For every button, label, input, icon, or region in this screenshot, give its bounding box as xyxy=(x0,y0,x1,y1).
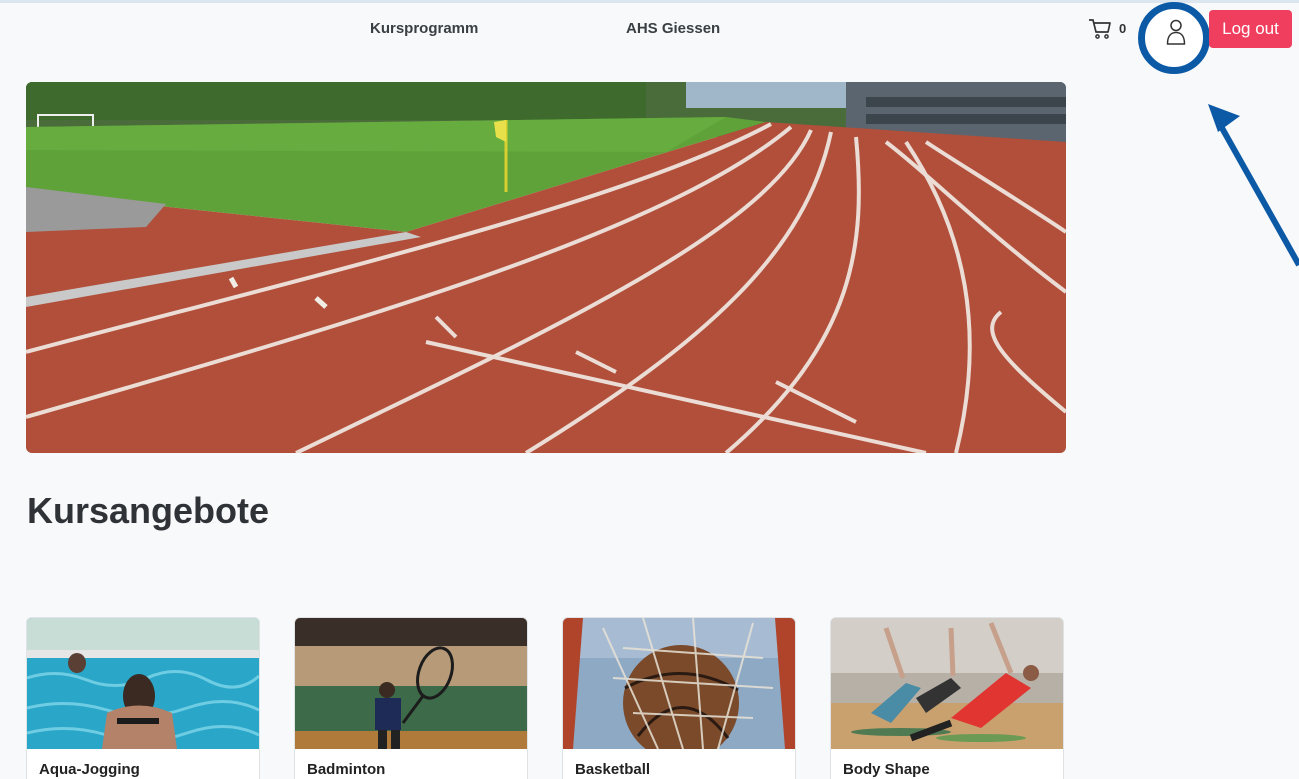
course-image xyxy=(27,618,259,749)
course-card-body-shape[interactable]: Body Shape xyxy=(830,617,1064,779)
nav-ahs-giessen[interactable]: AHS Giessen xyxy=(626,20,720,37)
course-title: Basketball xyxy=(575,761,651,778)
cart-icon[interactable] xyxy=(1088,18,1112,40)
course-card-aqua-jogging[interactable]: Aqua-Jogging xyxy=(26,617,260,779)
top-border xyxy=(0,0,1299,3)
nav-kursprogramm[interactable]: Kursprogramm xyxy=(370,20,478,37)
course-title: Badminton xyxy=(307,761,386,778)
course-image xyxy=(295,618,527,749)
page-heading: Kursangebote xyxy=(27,490,270,531)
course-title: Body Shape xyxy=(843,761,930,778)
course-title: Aqua-Jogging xyxy=(39,761,140,778)
course-card-badminton[interactable]: Badminton xyxy=(294,617,528,779)
logout-button[interactable]: Log out xyxy=(1209,10,1292,48)
user-account-button[interactable] xyxy=(1138,2,1210,74)
course-image xyxy=(831,618,1063,749)
user-icon xyxy=(1166,19,1186,45)
course-image xyxy=(563,618,795,749)
course-card-basketball[interactable]: Basketball xyxy=(562,617,796,779)
cart-count: 0 xyxy=(1119,21,1127,36)
hero-image xyxy=(26,82,1066,453)
